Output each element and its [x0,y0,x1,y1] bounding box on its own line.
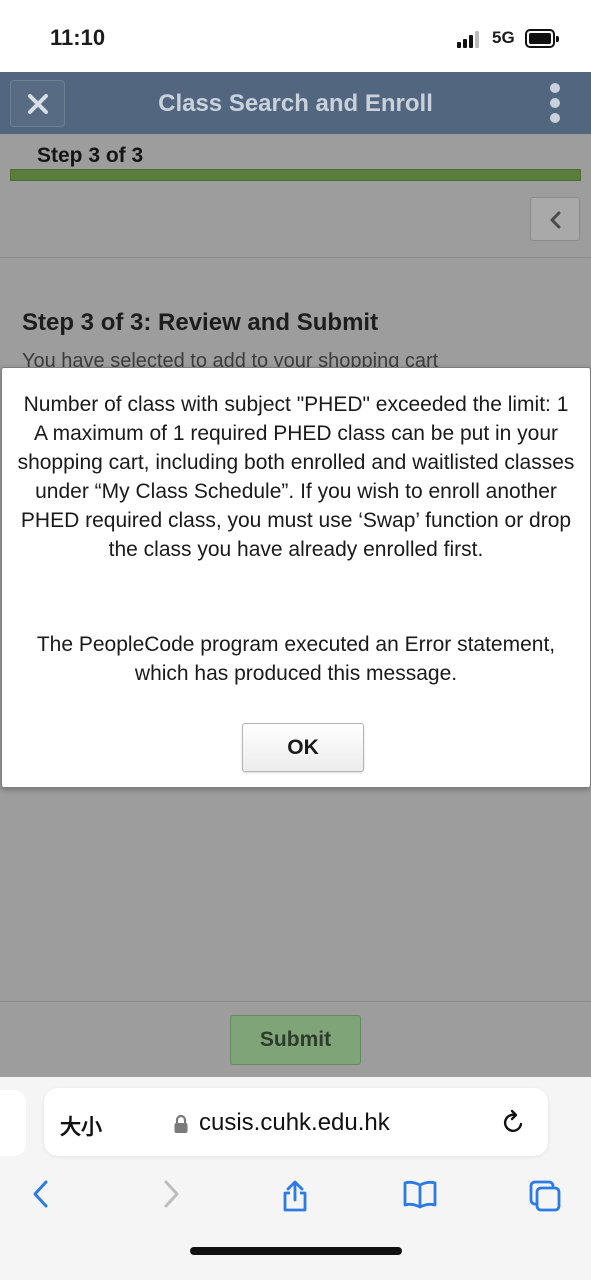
status-time: 11:10 [50,25,106,50]
bookmarks-button[interactable] [394,1173,438,1217]
dialog-message: Number of class with subject "PHED" exce… [17,393,575,561]
dialog-detail: The PeopleCode program executed an Error… [36,633,556,685]
page-footer: Submit [0,1001,591,1077]
partial-instruction-text: You have selected to add to your shoppin… [22,350,439,368]
forward-arrow-icon [164,1180,179,1208]
share-button[interactable] [272,1173,316,1217]
previous-button[interactable] [530,197,580,241]
share-icon [283,1180,307,1212]
status-bar: 11:10 5G [0,0,591,72]
lock-icon [174,1114,188,1133]
url-text: cusis.cuhk.edu.hk [199,1109,390,1136]
step-area: Step 3 of 3 [0,134,591,258]
tabs-icon [529,1180,561,1212]
more-options-button[interactable] [545,80,565,126]
more-vertical-icon [550,83,560,93]
browser-toolbar [0,1173,591,1225]
app-header: Class Search and Enroll [0,72,591,134]
ok-button[interactable]: OK [242,723,364,772]
page-title: Class Search and Enroll [158,90,433,117]
bookmarks-icon [403,1180,437,1209]
previous-tab-preview[interactable] [0,1090,26,1156]
section-title: Step 3 of 3: Review and Submit [22,309,379,336]
address-bar[interactable]: 大小 cusis.cuhk.edu.hk [44,1088,548,1156]
signal-icon [457,30,483,48]
home-indicator[interactable] [190,1247,402,1255]
tabs-button[interactable] [520,1173,564,1217]
text-size-button[interactable]: 大小 [60,1111,102,1141]
step-progress-bar [10,169,581,181]
back-arrow-icon [33,1180,48,1208]
forward-button[interactable] [152,1173,196,1217]
submit-button[interactable]: Submit [230,1015,361,1065]
step-label: Step 3 of 3 [37,144,144,167]
battery-icon [525,29,559,48]
back-button[interactable] [22,1173,66,1217]
network-type: 5G [492,28,515,47]
error-dialog: Number of class with subject "PHED" exce… [1,367,591,788]
reload-icon[interactable] [502,1109,526,1135]
chevron-left-icon [550,211,561,229]
